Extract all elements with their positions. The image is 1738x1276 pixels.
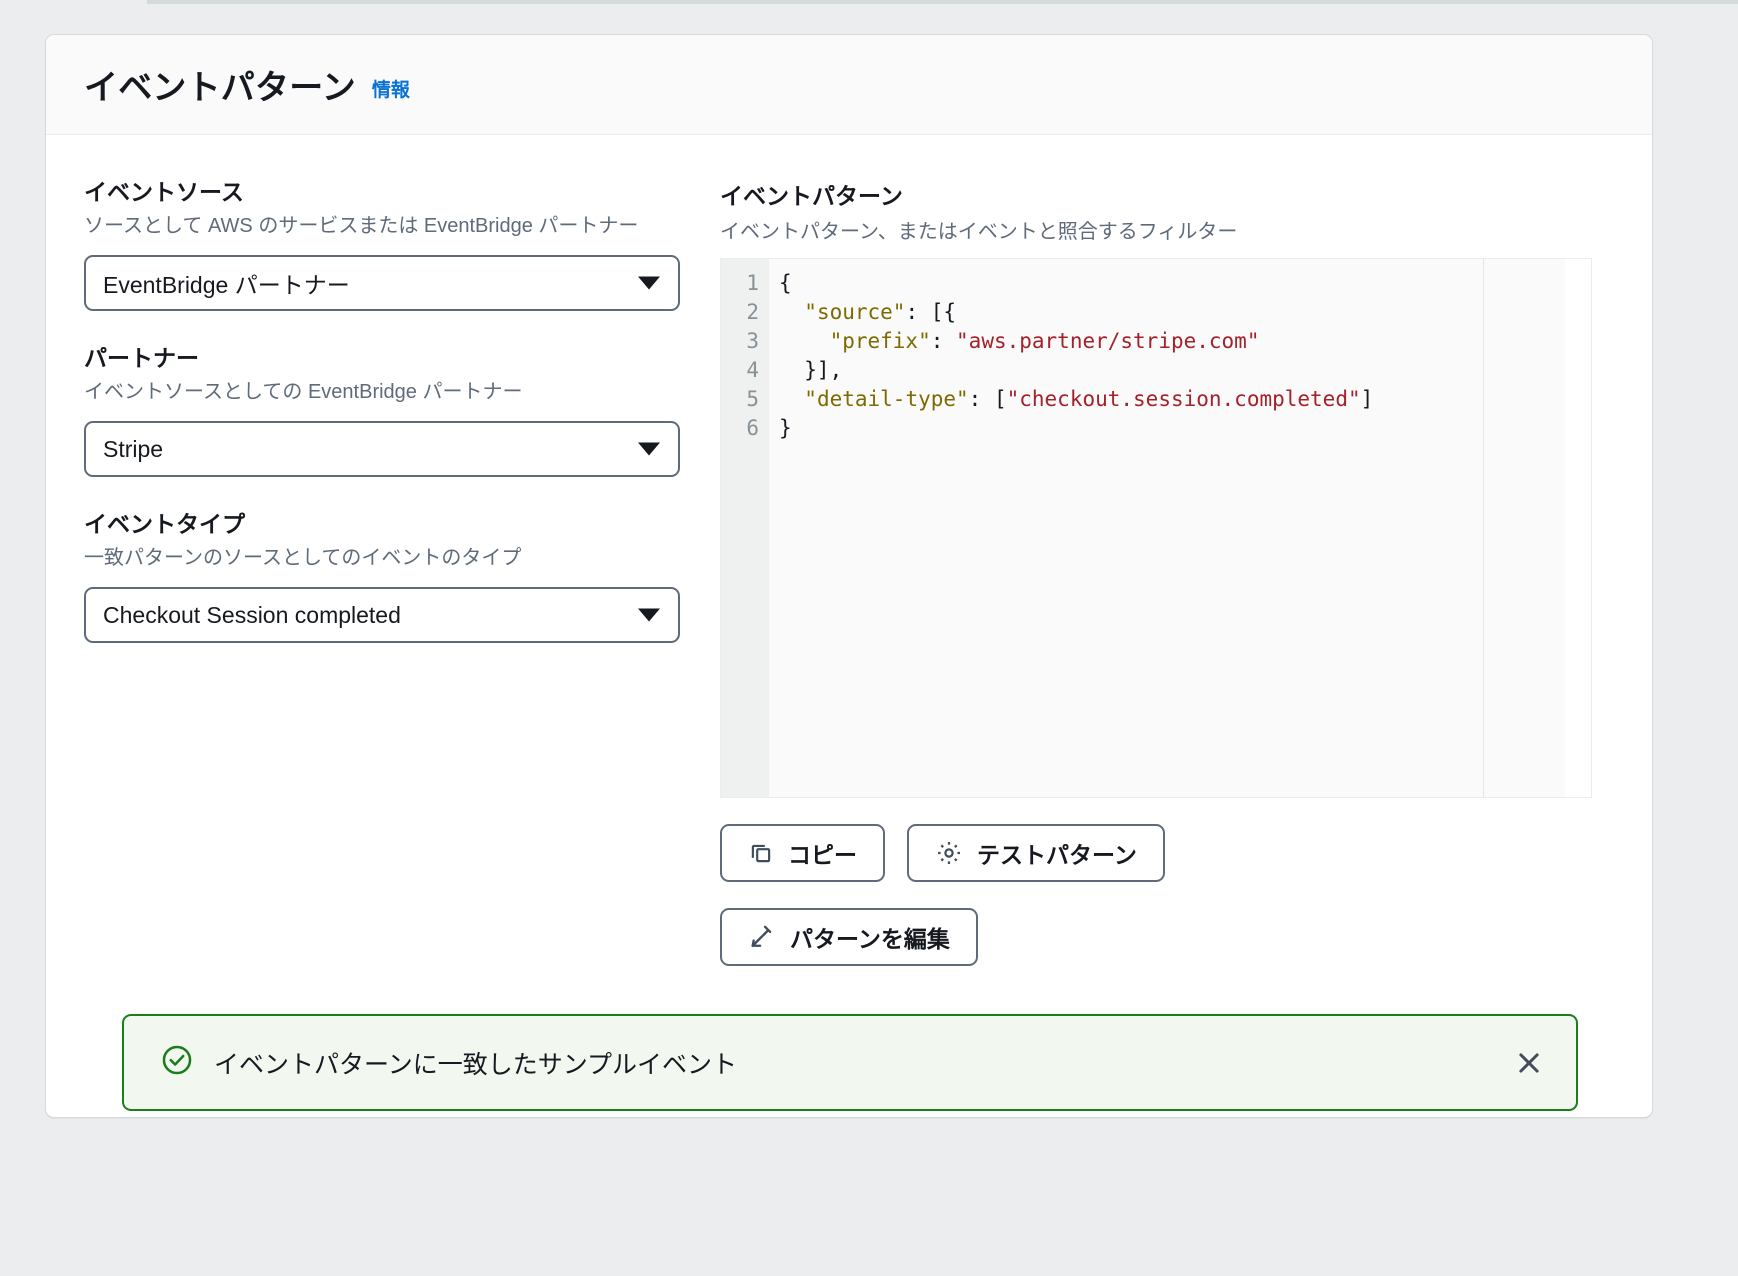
line-number: 6 <box>721 414 759 443</box>
code-line: { <box>779 269 1591 298</box>
code-token-punct: : [ <box>969 387 1007 411</box>
partner-select[interactable]: Stripe <box>84 421 680 477</box>
code-token-punct: : [{ <box>905 300 956 324</box>
test-pattern-button[interactable]: テストパターン <box>907 824 1165 882</box>
code-line: }], <box>779 356 1591 385</box>
event-source-select[interactable]: EventBridge パートナー <box>84 255 680 311</box>
field-description-partner: イベントソースとしての EventBridge パートナー <box>84 378 644 407</box>
chevron-down-icon <box>638 277 660 290</box>
top-strip <box>0 0 1738 6</box>
field-event-type: イベントタイプ 一致パターンのソースとしてのイベントのタイプ Checkout … <box>84 509 680 643</box>
code-token-punct: }], <box>779 358 842 382</box>
pattern-action-row-secondary: パターンを編集 <box>720 908 1614 966</box>
field-event-source: イベントソース ソースとして AWS のサービスまたは EventBridge … <box>84 177 680 311</box>
close-icon[interactable] <box>1504 1038 1554 1088</box>
code-token-key: "detail-type" <box>804 387 968 411</box>
event-type-select-value: Checkout Session completed <box>103 602 401 629</box>
code-token-key: "prefix" <box>830 329 931 353</box>
code-token-punct <box>779 387 804 411</box>
code-token-punct: ] <box>1361 387 1374 411</box>
info-link[interactable]: 情報 <box>372 75 410 102</box>
line-number: 3 <box>721 327 759 356</box>
edit-pattern-button-label: パターンを編集 <box>790 920 950 954</box>
code-gutter: 123456 <box>721 259 769 797</box>
field-label-partner: パートナー <box>84 343 680 374</box>
status-badge: イベントパターンに一致したサンプルイベント <box>122 1014 1578 1111</box>
code-line: "source": [{ <box>779 298 1591 327</box>
gear-icon <box>935 839 963 867</box>
code-content: { "source": [{ "prefix": "aws.partner/st… <box>769 259 1591 797</box>
chevron-down-icon <box>638 443 660 456</box>
edit-pattern-button[interactable]: パターンを編集 <box>720 908 978 966</box>
code-fold-divider <box>1483 259 1484 797</box>
check-circle-icon <box>160 1043 194 1082</box>
code-token-punct <box>779 300 804 324</box>
code-token-punct: : <box>931 329 956 353</box>
copy-icon <box>748 840 774 866</box>
line-number: 2 <box>721 298 759 327</box>
field-label-event-source: イベントソース <box>84 177 680 208</box>
event-pattern-description: イベントパターン、またはイベントと照合するフィルター <box>720 215 1614 244</box>
pencil-icon <box>748 923 776 951</box>
code-line: "detail-type": ["checkout.session.comple… <box>779 385 1591 414</box>
field-description-event-source: ソースとして AWS のサービスまたは EventBridge パートナー <box>84 212 644 241</box>
pattern-action-row-primary: コピー テストパターン <box>720 824 1614 882</box>
page-title: イベントパターン <box>84 60 356 109</box>
copy-button[interactable]: コピー <box>720 824 885 882</box>
event-pattern-column: イベントパターン イベントパターン、またはイベントと照合するフィルター 1234… <box>680 177 1614 966</box>
code-right-margin <box>1565 259 1591 797</box>
code-token-key: "source" <box>804 300 905 324</box>
field-description-event-type: 一致パターンのソースとしてのイベントのタイプ <box>84 544 644 573</box>
event-pattern-card: イベントパターン 情報 イベントソース ソースとして AWS のサービスまたは … <box>45 34 1653 1118</box>
top-divider <box>147 0 1738 4</box>
chevron-down-icon <box>638 609 660 622</box>
code-token-punct: { <box>779 271 792 295</box>
test-pattern-button-label: テストパターン <box>977 836 1137 870</box>
event-type-select[interactable]: Checkout Session completed <box>84 587 680 643</box>
code-token-str: "checkout.session.completed" <box>1007 387 1361 411</box>
code-token-punct: } <box>779 416 792 440</box>
copy-button-label: コピー <box>788 836 857 870</box>
code-line: } <box>779 414 1591 443</box>
event-pattern-label: イベントパターン <box>720 177 1614 211</box>
alert-message: イベントパターンに一致したサンプルイベント <box>214 1045 1504 1081</box>
card-header: イベントパターン 情報 <box>46 35 1652 135</box>
field-label-event-type: イベントタイプ <box>84 509 680 540</box>
code-token-punct <box>779 329 830 353</box>
line-number: 5 <box>721 385 759 414</box>
code-token-str: "aws.partner/stripe.com" <box>956 329 1259 353</box>
code-line: "prefix": "aws.partner/stripe.com" <box>779 327 1591 356</box>
card-body: イベントソース ソースとして AWS のサービスまたは EventBridge … <box>46 135 1652 966</box>
page-root: イベントパターン 情報 イベントソース ソースとして AWS のサービスまたは … <box>0 0 1738 1276</box>
line-number: 1 <box>721 269 759 298</box>
partner-select-value: Stripe <box>103 436 163 463</box>
event-source-select-value: EventBridge パートナー <box>103 266 350 300</box>
event-pattern-code-editor[interactable]: 123456 { "source": [{ "prefix": "aws.par… <box>720 258 1592 798</box>
event-source-column: イベントソース ソースとして AWS のサービスまたは EventBridge … <box>84 177 680 966</box>
line-number: 4 <box>721 356 759 385</box>
field-partner: パートナー イベントソースとしての EventBridge パートナー Stri… <box>84 343 680 477</box>
